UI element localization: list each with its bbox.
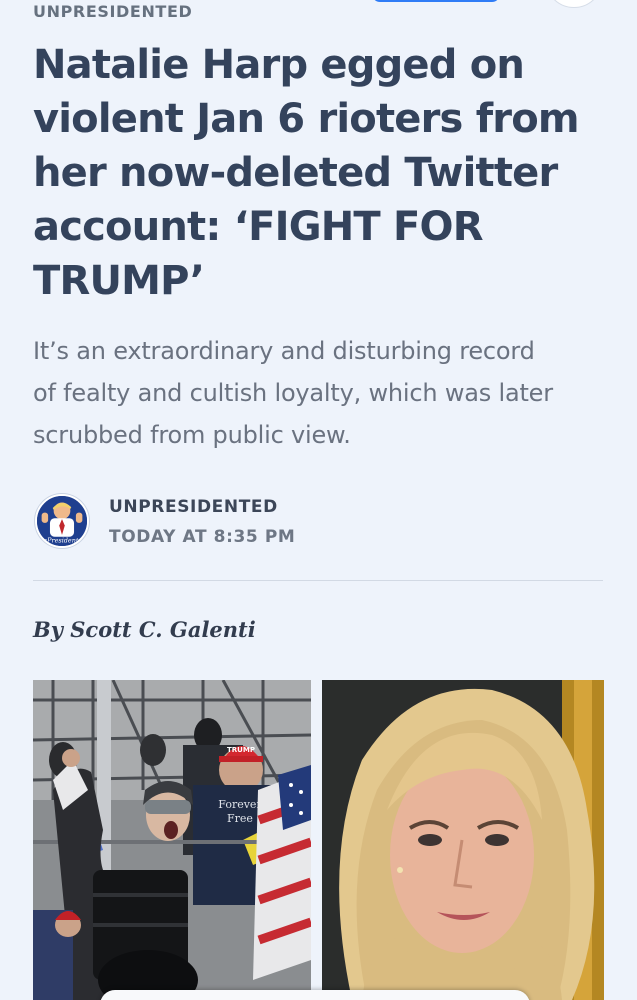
top-action-button[interactable] — [372, 0, 500, 2]
article-dek: It’s an extraordinary and disturbing rec… — [33, 330, 618, 456]
sign-text: Forever — [218, 798, 262, 811]
avatar-image: UnPresidented — [37, 496, 87, 546]
headline-line: Natalie Harp egged on — [33, 42, 525, 88]
hat-text: TRUMP — [227, 746, 255, 754]
author-byline: By Scott C. Galenti — [33, 617, 256, 642]
headline-line: her now-deleted Twitter — [33, 150, 558, 196]
source-avatar[interactable]: UnPresidented — [35, 494, 89, 548]
publish-timestamp: TODAY AT 8:35 PM — [109, 527, 296, 547]
sign-text: Free — [227, 812, 253, 825]
source-name[interactable]: UNPRESIDENTED — [109, 497, 278, 517]
divider — [33, 580, 603, 581]
portrait-image — [322, 680, 604, 1000]
top-circle-button[interactable] — [545, 0, 603, 8]
avatar-label: UnPresidented — [38, 536, 87, 544]
rioters-photo[interactable]: TRUMP Forever Free — [33, 680, 311, 1000]
source-row[interactable]: UnPresidented UNPRESIDENTED TODAY AT 8:3… — [33, 490, 603, 550]
dek-line: of fealty and cultish loyalty, which was… — [33, 379, 553, 407]
headline-line: TRUMP’ — [33, 258, 205, 304]
natalie-harp-photo[interactable] — [322, 680, 604, 1000]
rioters-image: TRUMP Forever Free — [33, 680, 311, 1000]
publication-label[interactable]: UNPRESIDENTED — [33, 2, 192, 21]
dek-line: scrubbed from public view. — [33, 421, 351, 449]
headline-line: account: ‘FIGHT FOR — [33, 204, 484, 250]
article-headline: Natalie Harp egged on violent Jan 6 riot… — [33, 38, 623, 308]
bottom-toolbar[interactable] — [100, 990, 530, 1000]
dek-line: It’s an extraordinary and disturbing rec… — [33, 337, 535, 365]
top-strip: UNPRESIDENTED — [0, 0, 637, 24]
headline-line: violent Jan 6 rioters from — [33, 96, 580, 142]
